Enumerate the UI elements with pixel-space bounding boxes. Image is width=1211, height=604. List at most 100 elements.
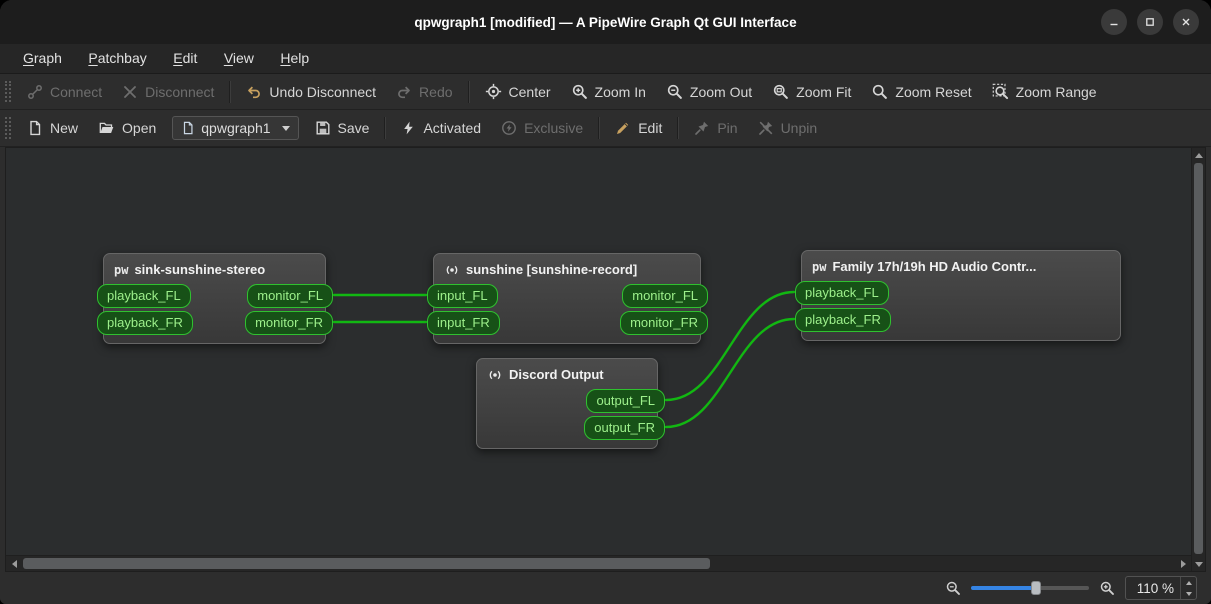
node-title: sunshine [sunshine-record] xyxy=(466,262,638,277)
center-label: Center xyxy=(508,83,551,100)
port-monitor-fr[interactable]: monitor_FR xyxy=(245,311,333,335)
open-button[interactable]: Open xyxy=(88,115,166,141)
close-button[interactable] xyxy=(1173,9,1199,35)
menu-help[interactable]: Help xyxy=(269,44,320,73)
exclusive-toggle[interactable]: Exclusive xyxy=(491,115,593,141)
node-title: Discord Output xyxy=(509,367,604,382)
save-icon xyxy=(316,121,330,135)
toolbar-drag-handle[interactable] xyxy=(5,117,11,139)
new-file-icon xyxy=(30,120,41,136)
zoom-in-small-icon[interactable] xyxy=(1099,580,1115,596)
titlebar[interactable]: qpwgraph1 [modified] — A PipeWire Graph … xyxy=(0,0,1211,44)
edit-button[interactable]: Edit xyxy=(605,115,672,141)
patchbay-file-icon xyxy=(184,121,193,135)
patchbay-select[interactable]: qpwgraph1 xyxy=(172,116,299,140)
port-playback-fl[interactable]: playback_FL xyxy=(97,284,191,308)
zoom-spin-up-button[interactable] xyxy=(1181,577,1196,588)
zoom-slider[interactable] xyxy=(971,580,1089,596)
pin-button[interactable]: Pin xyxy=(684,115,747,141)
spin-buttons xyxy=(1180,577,1196,599)
port-input-fl[interactable]: input_FL xyxy=(427,284,498,308)
port-monitor-fl[interactable]: monitor_FL xyxy=(622,284,708,308)
zoom-out-button[interactable]: Zoom Out xyxy=(656,78,762,105)
horizontal-scrollbar[interactable] xyxy=(6,555,1191,571)
port-input-fr[interactable]: input_FR xyxy=(427,311,500,335)
arrow-right-icon xyxy=(1180,559,1186,568)
zoom-in-icon xyxy=(572,84,587,99)
toolbar-drag-handle[interactable] xyxy=(5,81,11,102)
disconnect-label: Disconnect xyxy=(145,83,215,100)
center-button[interactable]: Center xyxy=(475,78,561,105)
zoom-spin-down-button[interactable] xyxy=(1181,588,1196,599)
undo-disconnect-label: Undo Disconnect xyxy=(269,83,377,100)
scroll-down-button[interactable] xyxy=(1192,557,1205,571)
redo-button[interactable]: Redo xyxy=(386,79,462,105)
unpin-icon xyxy=(758,121,772,135)
scroll-right-button[interactable] xyxy=(1175,556,1191,571)
disconnect-button[interactable]: Disconnect xyxy=(112,79,224,105)
new-button[interactable]: New xyxy=(17,115,88,141)
node-sink-sunshine-stereo[interactable]: pw sink-sunshine-stereo playback_FL moni… xyxy=(97,253,333,344)
vertical-scrollbar[interactable] xyxy=(1191,148,1205,571)
node-header: Discord Output xyxy=(477,359,657,387)
port-list: playback_FL playback_FR xyxy=(795,279,1120,340)
zoom-percent-input[interactable] xyxy=(1126,577,1180,599)
port-output-fl[interactable]: output_FL xyxy=(586,389,665,413)
graph-canvas[interactable]: pw sink-sunshine-stereo playback_FL moni… xyxy=(6,148,1191,555)
node-discord-output[interactable]: Discord Output output_FL output_FR xyxy=(476,358,665,449)
minimize-button[interactable] xyxy=(1101,9,1127,35)
patchbay-toolbar: New Open qpwgraph1 Save Activated Exclus… xyxy=(0,110,1211,147)
node-family-hd-audio[interactable]: pw Family 17h/19h HD Audio Contr... play… xyxy=(795,250,1121,341)
port-list: output_FL output_FR xyxy=(477,387,665,448)
unpin-button[interactable]: Unpin xyxy=(748,115,828,141)
window-controls xyxy=(1101,0,1199,44)
menu-patchbay[interactable]: Patchbay xyxy=(77,44,157,73)
node-sunshine[interactable]: sunshine [sunshine-record] input_FL moni… xyxy=(427,253,708,344)
save-label: Save xyxy=(337,120,370,136)
scroll-left-button[interactable] xyxy=(6,556,22,571)
zoom-fit-button[interactable]: Zoom Fit xyxy=(762,78,861,105)
connect-button[interactable]: Connect xyxy=(17,79,112,105)
menu-edit[interactable]: Edit xyxy=(162,44,208,73)
port-playback-fl[interactable]: playback_FL xyxy=(795,281,889,305)
horizontal-scroll-thumb[interactable] xyxy=(23,558,711,569)
zoom-spinbox xyxy=(1125,576,1197,600)
zoom-range-button[interactable]: Zoom Range xyxy=(982,78,1107,105)
vertical-scroll-thumb[interactable] xyxy=(1194,163,1203,554)
activated-toggle[interactable]: Activated xyxy=(391,115,491,141)
zoom-out-icon xyxy=(667,84,682,99)
port-playback-fr[interactable]: playback_FR xyxy=(795,308,891,332)
zoom-fit-icon xyxy=(774,84,789,99)
toolbar-separator xyxy=(598,117,601,139)
zoom-slider-handle[interactable] xyxy=(1030,581,1041,595)
speaker-icon xyxy=(446,265,458,274)
center-icon xyxy=(485,83,501,100)
port-row: playback_FR xyxy=(795,308,1120,332)
undo-disconnect-button[interactable]: Undo Disconnect xyxy=(236,79,386,105)
port-row: input_FL monitor_FL xyxy=(427,284,708,308)
connect-icon xyxy=(28,84,42,99)
save-button[interactable]: Save xyxy=(305,115,380,141)
port-row: output_FL xyxy=(477,389,665,413)
graph-toolbar: Connect Disconnect Undo Disconnect Redo xyxy=(0,74,1211,110)
port-monitor-fl[interactable]: monitor_FL xyxy=(247,284,333,308)
port-playback-fr[interactable]: playback_FR xyxy=(97,311,193,335)
open-label: Open xyxy=(122,120,157,136)
edit-label: Edit xyxy=(638,120,663,136)
maximize-button[interactable] xyxy=(1137,9,1163,35)
scroll-up-button[interactable] xyxy=(1192,148,1205,162)
zoom-reset-button[interactable]: Zoom Reset xyxy=(861,78,981,105)
toolbar-separator xyxy=(677,117,680,139)
port-monitor-fr[interactable]: monitor_FR xyxy=(620,311,708,335)
zoom-out-label: Zoom Out xyxy=(689,83,753,100)
menu-graph[interactable]: Graph xyxy=(12,44,73,73)
zoom-range-label: Zoom Range xyxy=(1015,83,1097,100)
new-label: New xyxy=(50,120,79,136)
port-row: playback_FL xyxy=(795,281,1120,305)
menu-view[interactable]: View xyxy=(213,44,265,73)
port-output-fr[interactable]: output_FR xyxy=(584,416,665,440)
zoom-out-small-icon[interactable] xyxy=(945,580,961,596)
zoom-reset-icon xyxy=(873,84,888,99)
port-row: playback_FR monitor_FR xyxy=(97,311,333,335)
zoom-in-button[interactable]: Zoom In xyxy=(561,78,656,105)
